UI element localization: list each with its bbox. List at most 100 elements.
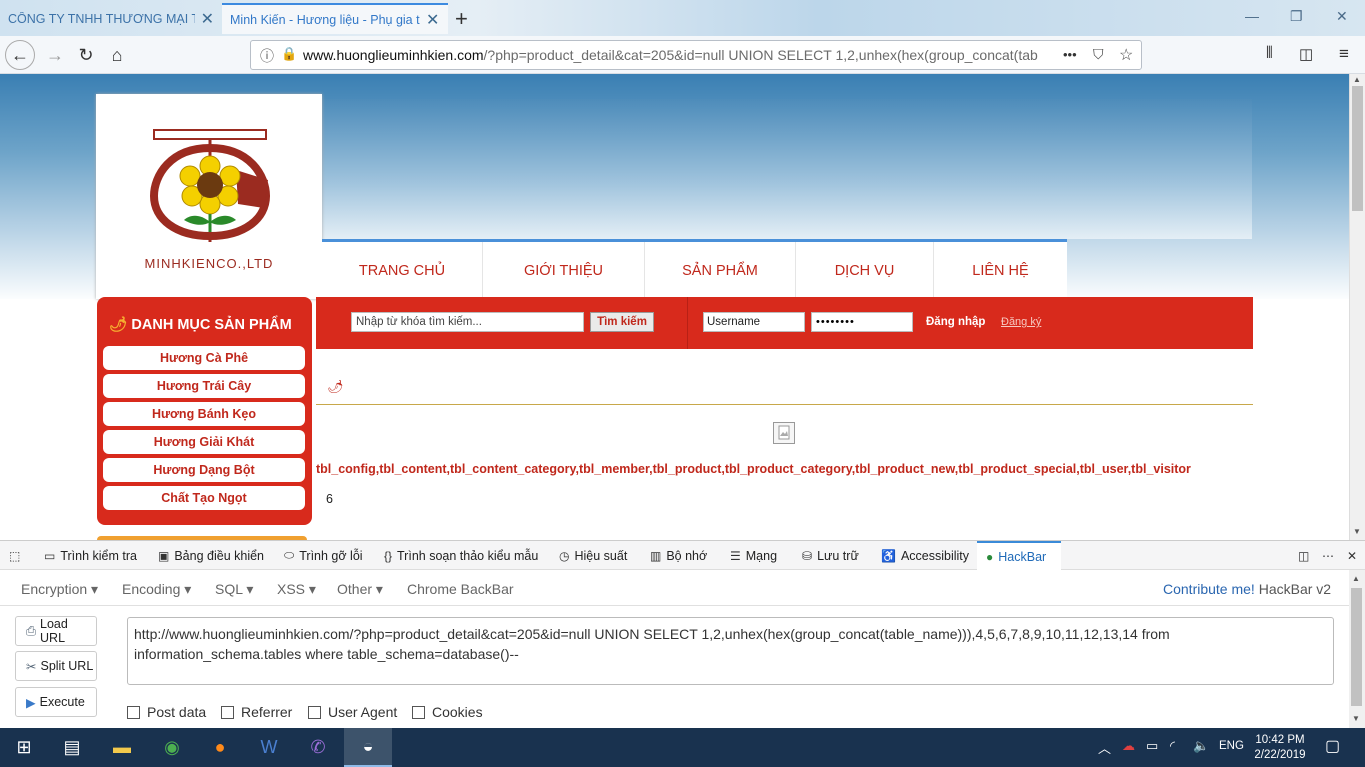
scrollbar-thumb[interactable] xyxy=(1351,588,1362,706)
tray-expand-icon[interactable]: ︿ xyxy=(1098,738,1111,757)
file-explorer-icon[interactable]: ▬ xyxy=(98,728,146,767)
other-dropdown[interactable]: Other ▾ xyxy=(337,581,383,598)
tab-performance[interactable]: ◷ Hiệu suất xyxy=(559,541,627,570)
page-actions-icon[interactable]: ••• xyxy=(1063,47,1077,62)
maximize-icon[interactable]: ❐ xyxy=(1290,8,1303,25)
tab-style-editor[interactable]: {} Trình soạn thảo kiểu mẫu xyxy=(384,541,538,570)
encryption-dropdown[interactable]: Encryption ▾ xyxy=(21,581,98,598)
url-text[interactable]: www.huonglieuminhkien.com/?php=product_d… xyxy=(303,47,1073,63)
hackbar-icon: ● xyxy=(986,549,994,564)
scrollbar-thumb[interactable] xyxy=(1352,86,1363,211)
battery-icon[interactable]: ▭ xyxy=(1146,738,1158,754)
task-view-icon[interactable]: ▤ xyxy=(48,728,96,767)
tab-accessibility[interactable]: ♿ Accessibility xyxy=(881,541,969,570)
address-bar[interactable]: ⓘ 🔒 www.huonglieuminhkien.com/?php=produ… xyxy=(250,40,1142,70)
info-icon[interactable]: ⓘ xyxy=(260,46,274,66)
dock-icon[interactable]: ◫ xyxy=(1298,541,1314,570)
register-link[interactable]: Đăng ký xyxy=(1001,316,1041,328)
referrer-checkbox[interactable]: Referrer xyxy=(221,704,292,720)
element-picker-icon[interactable]: ⬚ xyxy=(9,541,25,570)
network-icon: ☰ xyxy=(730,548,741,563)
tab-storage[interactable]: ⛁ Lưu trữ xyxy=(802,541,859,570)
home-icon[interactable]: ⌂ xyxy=(102,40,132,70)
close-icon[interactable]: ✕ xyxy=(426,10,439,30)
category-item[interactable]: Hương Trái Cây xyxy=(103,374,305,398)
chili-bullet-icon: 🌶 xyxy=(327,379,344,394)
category-item[interactable]: Hương Dạng Bột xyxy=(103,458,305,482)
scroll-up-icon[interactable]: ▲ xyxy=(1352,574,1360,583)
volume-icon[interactable]: 🔈 xyxy=(1193,738,1209,754)
network-alert-icon[interactable]: ☁ xyxy=(1122,738,1135,754)
tab-hackbar[interactable]: ● HackBar xyxy=(977,541,1061,570)
language-indicator[interactable]: ENG xyxy=(1219,740,1244,752)
tab-memory[interactable]: ▥ Bộ nhớ xyxy=(650,541,707,570)
tab-network[interactable]: ☰ Mạng xyxy=(730,541,777,570)
category-item[interactable]: Hương Bánh Kẹo xyxy=(103,402,305,426)
close-icon[interactable]: ✕ xyxy=(201,9,214,29)
hackbar-url-textarea[interactable]: http://www.huonglieuminhkien.com/?php=pr… xyxy=(127,617,1334,685)
execute-button[interactable]: ▶ Execute xyxy=(15,687,97,717)
library-icon[interactable]: ⫴ xyxy=(1266,45,1273,63)
forward-icon[interactable]: → xyxy=(40,40,70,70)
menu-item-home[interactable]: TRANG CHỦ xyxy=(322,242,483,299)
back-icon[interactable]: ← xyxy=(5,40,35,70)
more-options-icon[interactable]: ⋯ xyxy=(1322,541,1339,570)
menu-item-contact[interactable]: LIÊN HỆ xyxy=(934,242,1067,299)
close-devtools-icon[interactable]: ✕ xyxy=(1347,541,1362,570)
menu-item-services[interactable]: DỊCH VỤ xyxy=(796,242,934,299)
username-input[interactable]: Username xyxy=(703,312,805,332)
split-url-button[interactable]: ✂ Split URL xyxy=(15,651,97,681)
sql-dropdown[interactable]: SQL ▾ xyxy=(215,581,253,598)
load-url-button[interactable]: ⎙ Load URL xyxy=(15,616,97,646)
search-input[interactable]: Nhập từ khóa tìm kiếm... xyxy=(351,312,584,332)
encoding-dropdown[interactable]: Encoding ▾ xyxy=(122,581,191,598)
reload-icon[interactable]: ↻ xyxy=(71,40,101,70)
split-icon: ✂ xyxy=(26,659,37,674)
tab-console[interactable]: ▣ Bảng điều khiển xyxy=(158,541,264,570)
tab-company[interactable]: CÔNG TY TNHH THƯƠNG MẠI TRA ✕ xyxy=(0,3,222,34)
password-input[interactable]: •••••••• xyxy=(811,312,913,332)
menu-item-products[interactable]: SẢN PHẨM xyxy=(645,242,796,299)
user-agent-checkbox[interactable]: User Agent xyxy=(308,704,397,720)
scroll-down-icon[interactable]: ▼ xyxy=(1353,527,1361,536)
firefox-icon[interactable]: ● xyxy=(196,728,244,767)
menu-icon[interactable]: ≡ xyxy=(1339,44,1349,64)
category-item[interactable]: Chất Tạo Ngọt xyxy=(103,486,305,510)
chrome-icon[interactable]: ◉ xyxy=(148,728,196,767)
menu-item-about[interactable]: GIỚI THIỆU xyxy=(483,242,645,299)
windows-start-icon[interactable]: ⊞ xyxy=(0,728,48,767)
new-tab-icon[interactable]: + xyxy=(455,6,468,32)
cookies-checkbox[interactable]: Cookies xyxy=(412,704,483,720)
minimize-icon[interactable]: — xyxy=(1245,8,1259,24)
word-icon[interactable]: W xyxy=(245,728,293,767)
navigation-bar: ← → ↻ ⌂ ⓘ 🔒 www.huonglieuminhkien.com/?p… xyxy=(0,36,1365,74)
xss-dropdown[interactable]: XSS ▾ xyxy=(277,581,316,598)
logo-text: MINHKIENCO.,LTD xyxy=(144,256,274,271)
tab-debugger[interactable]: ⬭ Trình gỡ lỗi xyxy=(284,541,363,570)
wifi-icon[interactable]: ◜ xyxy=(1170,738,1175,754)
search-button[interactable]: Tìm kiếm xyxy=(590,312,654,332)
login-link[interactable]: Đăng nhập xyxy=(926,316,985,328)
viber-icon[interactable]: ✆ xyxy=(294,728,342,767)
window-close-icon[interactable]: ✕ xyxy=(1336,8,1348,25)
devtools-scrollbar[interactable]: ▲ ▼ xyxy=(1349,570,1365,728)
active-app-icon[interactable]: ◒ xyxy=(344,728,392,767)
sidebar-title: 🌶 DANH MỤC SẢN PHẨM xyxy=(109,317,292,333)
site-logo[interactable]: MINHKIENCO.,LTD xyxy=(96,94,322,299)
category-item[interactable]: Hương Giải Khát xyxy=(103,430,305,454)
tab-bar: CÔNG TY TNHH THƯƠNG MẠI TRA ✕ Minh Kiến … xyxy=(0,0,1365,36)
notifications-icon[interactable]: ▢ xyxy=(1325,736,1340,756)
contribute-link[interactable]: Contribute me! HackBar v2 xyxy=(1163,581,1331,597)
bookmark-star-icon[interactable]: ☆ xyxy=(1119,45,1133,65)
scroll-down-icon[interactable]: ▼ xyxy=(1352,714,1360,723)
scroll-up-icon[interactable]: ▲ xyxy=(1353,75,1361,84)
tab-minhkien[interactable]: Minh Kiến - Hương liệu - Phụ gia th ✕ xyxy=(222,3,448,34)
page-scrollbar[interactable]: ▲ ▼ xyxy=(1349,74,1365,540)
post-data-checkbox[interactable]: Post data xyxy=(127,704,206,720)
clock[interactable]: 10:42 PM 2/22/2019 xyxy=(1252,733,1308,763)
category-item[interactable]: Hương Cà Phê xyxy=(103,346,305,370)
pocket-icon[interactable]: ⛉ xyxy=(1093,46,1104,63)
chrome-backbar-link[interactable]: Chrome BackBar xyxy=(407,581,514,597)
sidebar-icon[interactable]: ◫ xyxy=(1299,45,1313,63)
tab-inspector[interactable]: ▭ Trình kiểm tra xyxy=(44,541,137,570)
